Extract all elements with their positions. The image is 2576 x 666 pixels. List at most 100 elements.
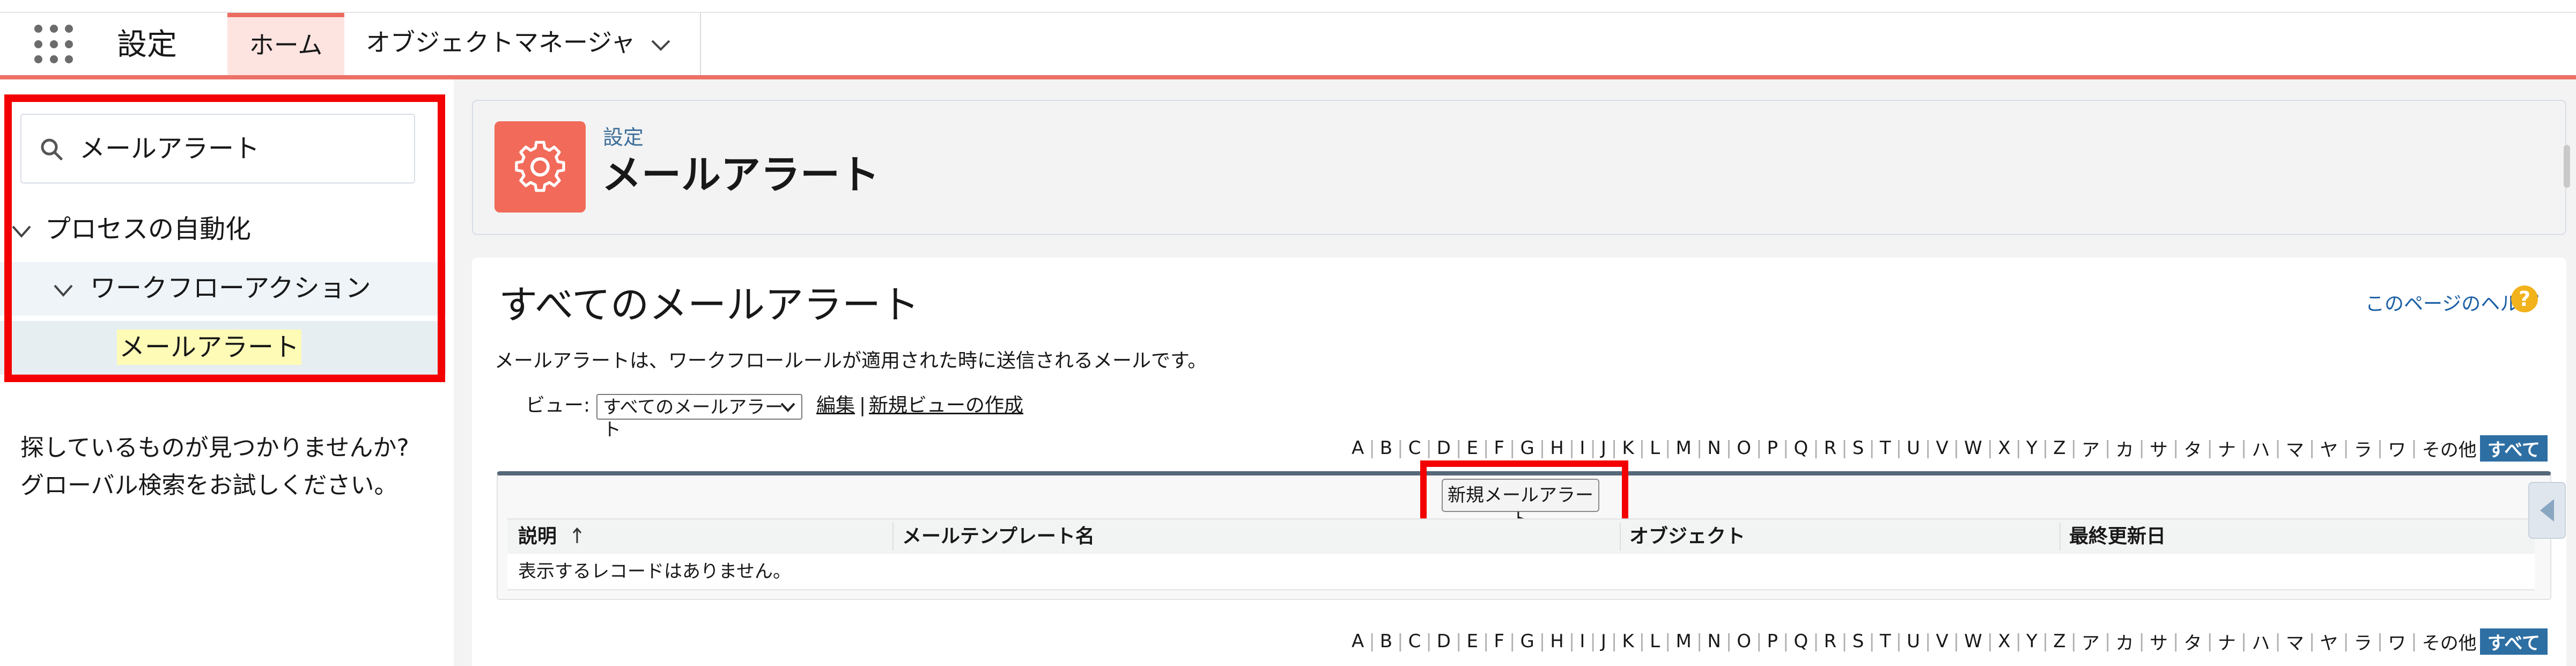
column-header-description[interactable]: 説明 <box>518 519 557 554</box>
alphabet-filter-letter[interactable]: R <box>1821 437 1840 459</box>
alphabet-filter-letter[interactable]: N <box>1704 631 1724 652</box>
alphabet-filter-letter[interactable]: D <box>1434 437 1454 459</box>
alphabet-filter-letter[interactable]: F <box>1490 631 1508 652</box>
alphabet-filter-letter[interactable]: I <box>1576 437 1588 459</box>
alphabet-filter-letter[interactable]: Z <box>2050 631 2069 652</box>
app-launcher-icon[interactable] <box>34 25 75 65</box>
alphabet-filter-letter[interactable]: U <box>1903 631 1923 652</box>
alphabet-filter-letter[interactable]: N <box>1704 437 1724 459</box>
new-email-alert-button[interactable]: 新規メールアラート <box>1442 479 1599 531</box>
alphabet-filter-letter[interactable]: D <box>1434 631 1454 652</box>
chevron-down-icon[interactable] <box>51 281 75 301</box>
alphabet-filter-letter[interactable]: F <box>1490 437 1508 459</box>
alphabet-filter-letter[interactable]: K <box>1619 437 1637 459</box>
alphabet-filter-letter[interactable]: S <box>1849 437 1868 459</box>
alphabet-filter-letter[interactable]: J <box>1598 631 1610 652</box>
alphabet-filter-letter[interactable]: ア <box>2078 435 2103 462</box>
alphabet-filter-letter[interactable]: P <box>1763 631 1781 652</box>
alphabet-filter-letter[interactable]: L <box>1647 631 1663 652</box>
alphabet-filter-letter[interactable]: H <box>1547 631 1567 652</box>
alphabet-filter-letter[interactable]: X <box>1995 631 2013 652</box>
alphabet-filter-letter[interactable]: タ <box>2180 435 2205 462</box>
breadcrumb[interactable]: 設定 <box>603 122 644 152</box>
tab-object-manager[interactable]: オブジェクトマネージャ <box>366 24 636 61</box>
tab-home[interactable]: ホーム <box>227 13 344 75</box>
alphabet-filter-letter[interactable]: ヤ <box>2316 435 2341 462</box>
alphabet-filter-letter[interactable]: すべて <box>2479 435 2548 462</box>
help-icon[interactable]: ? <box>2511 286 2538 312</box>
alphabet-filter-letter[interactable]: ナ <box>2215 435 2239 462</box>
alphabet-filter-letter[interactable]: W <box>1961 631 1985 652</box>
alphabet-filter-letter[interactable]: W <box>1961 437 1985 459</box>
alphabet-filter-letter[interactable]: H <box>1547 437 1567 459</box>
create-new-view-link[interactable]: 新規ビューの作成 <box>869 392 1023 420</box>
alphabet-filter-letter[interactable]: マ <box>2283 435 2307 462</box>
chevron-down-icon[interactable] <box>650 38 671 54</box>
alphabet-filter-letter[interactable]: O <box>1733 631 1754 652</box>
alphabet-filter-letter[interactable]: ハ <box>2248 435 2273 462</box>
alphabet-filter-letter[interactable]: ワ <box>2385 435 2409 462</box>
alphabet-filter-letter[interactable]: Q <box>1790 437 1811 459</box>
column-header-object[interactable]: オブジェクト <box>1629 519 1745 554</box>
alphabet-filter-letter[interactable]: ア <box>2078 628 2103 655</box>
tree-item-process-automation[interactable]: プロセスの自動化 <box>0 203 454 257</box>
tree-item-email-alerts[interactable]: メールアラート <box>0 321 446 375</box>
alphabet-filter-letter[interactable]: Z <box>2050 437 2069 459</box>
alphabet-filter-letter[interactable]: E <box>1463 437 1481 459</box>
alphabet-filter-letter[interactable]: J <box>1598 437 1610 459</box>
collapse-panel-handle[interactable] <box>2528 482 2566 539</box>
alphabet-filter-letter[interactable]: カ <box>2113 628 2137 655</box>
chevron-down-icon[interactable] <box>10 222 33 241</box>
alphabet-filter-letter[interactable]: サ <box>2146 628 2171 655</box>
alphabet-filter-letter[interactable]: Y <box>2023 437 2041 459</box>
alphabet-filter-letter[interactable]: M <box>1673 631 1695 652</box>
tree-item-workflow-actions[interactable]: ワークフローアクション <box>0 262 446 316</box>
alphabet-filter-letter[interactable]: その他 <box>2419 435 2480 462</box>
alphabet-filter-letter[interactable]: P <box>1763 437 1781 459</box>
alphabet-filter-letter[interactable]: B <box>1377 631 1396 652</box>
alphabet-filter-letter[interactable]: ワ <box>2385 628 2409 655</box>
alphabet-filter-letter[interactable]: R <box>1821 631 1840 652</box>
alphabet-filter-letter[interactable]: S <box>1849 631 1868 652</box>
alphabet-filter-letter[interactable]: B <box>1377 437 1396 459</box>
alphabet-filter-letter[interactable]: C <box>1405 631 1424 652</box>
sort-ascending-icon[interactable] <box>572 526 582 545</box>
alphabet-filter-letter[interactable]: T <box>1877 631 1894 652</box>
alphabet-filter-letter[interactable]: T <box>1877 437 1894 459</box>
alphabet-filter-letter[interactable]: Q <box>1790 631 1811 652</box>
alphabet-filter-letter[interactable]: V <box>1932 437 1951 459</box>
alphabet-filter-letter[interactable]: タ <box>2180 628 2205 655</box>
alphabet-filter-letter[interactable]: I <box>1576 631 1588 652</box>
alphabet-filter-letter[interactable]: ラ <box>2351 435 2375 462</box>
alphabet-filter-letter[interactable]: A <box>1348 437 1367 459</box>
alphabet-filter-letter[interactable]: M <box>1673 437 1695 459</box>
alphabet-filter-letter[interactable]: マ <box>2283 628 2307 655</box>
column-header-last-modified[interactable]: 最終更新日 <box>2069 519 2166 554</box>
alphabet-filter-letter[interactable]: ナ <box>2215 628 2239 655</box>
alphabet-filter-letter[interactable]: X <box>1995 437 2013 459</box>
alphabet-filter-letter[interactable]: ラ <box>2351 628 2375 655</box>
alphabet-filter-letter[interactable]: その他 <box>2419 628 2480 655</box>
alphabet-filter-letter[interactable]: U <box>1903 437 1923 459</box>
alphabet-filter-letter[interactable]: L <box>1647 437 1663 459</box>
alphabet-filter-letter[interactable]: O <box>1733 437 1754 459</box>
alphabet-filter-letter[interactable]: E <box>1463 631 1481 652</box>
search-input[interactable]: メールアラート <box>79 130 260 167</box>
alphabet-filter-letter[interactable]: C <box>1405 437 1424 459</box>
view-select[interactable]: すべてのメールアラート <box>596 394 802 441</box>
quick-find-search[interactable]: メールアラート <box>20 114 415 184</box>
alphabet-filter-letter[interactable]: ハ <box>2248 628 2273 655</box>
view-edit-link[interactable]: 編集 <box>816 392 855 420</box>
column-header-email-template[interactable]: メールテンプレート名 <box>902 519 1095 554</box>
alphabet-filter-letter[interactable]: A <box>1348 631 1367 652</box>
alphabet-filter-letter[interactable]: Y <box>2023 631 2041 652</box>
alphabet-filter-letter[interactable]: G <box>1517 631 1537 652</box>
alphabet-filter-letter[interactable]: K <box>1619 631 1637 652</box>
alphabet-filter-letter[interactable]: V <box>1932 631 1951 652</box>
alphabet-filter-letter[interactable]: カ <box>2113 435 2137 462</box>
alphabet-filter-letter[interactable]: ヤ <box>2316 628 2341 655</box>
alphabet-filter-letter[interactable]: サ <box>2146 435 2171 462</box>
alphabet-filter-letter[interactable]: G <box>1517 437 1537 459</box>
scrollbar[interactable] <box>2564 145 2570 188</box>
alphabet-filter-letter[interactable]: すべて <box>2479 628 2548 655</box>
